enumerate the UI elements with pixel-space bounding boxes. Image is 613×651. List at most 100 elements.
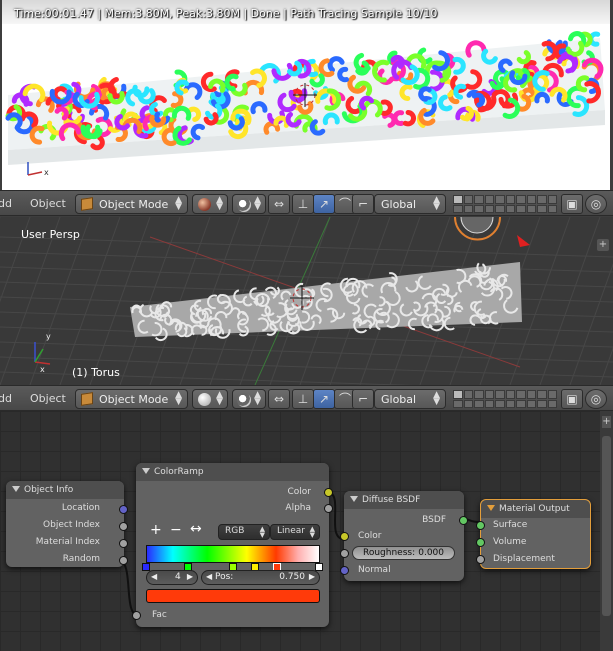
pivot-point-selector[interactable]: ▲ ▼ [232, 389, 266, 409]
interpolation-dropdown[interactable]: Linear ▲ ▼ [270, 524, 320, 540]
manipulator-toggle-button[interactable]: ⇔ [268, 194, 290, 214]
stop-color-swatch[interactable] [146, 589, 320, 603]
remove-stop-button[interactable]: − [170, 522, 182, 538]
mode-selector[interactable]: Object Mode ▲ ▼ [75, 194, 188, 214]
add-stop-button[interactable]: + [150, 522, 162, 538]
scale-manipulator-button[interactable]: ⌐ [352, 194, 374, 214]
input-volume: Volume [493, 537, 527, 547]
render-status-text: Time:00:01.47 | Mem:3.80M, Peak:3.80M | … [14, 7, 438, 20]
collapse-triangle-icon[interactable] [487, 505, 495, 511]
socket-normal[interactable] [340, 566, 349, 575]
transform-orientation-selector[interactable]: Global ▲ ▼ [374, 194, 446, 214]
viewport-shading-selector[interactable]: ▲ ▼ [192, 389, 228, 409]
socket-displacement[interactable] [476, 555, 485, 564]
socket-object-index[interactable] [119, 522, 128, 531]
lock-layers-icon[interactable]: ▣ [561, 194, 583, 214]
rendered-shading-icon [198, 198, 211, 211]
input-color: Color [358, 531, 382, 541]
view3d-header-top: dd Object Object Mode ▲ ▼ ▲ ▼ ▲ ▼ ⇔ ⊥ ↗ ⌒ ⌐… [0, 190, 613, 216]
socket-fac[interactable] [132, 611, 141, 620]
output-alpha: Alpha [285, 503, 311, 513]
node-title: ColorRamp [154, 467, 204, 477]
collapse-triangle-icon[interactable] [12, 486, 20, 492]
updown-arrows-icon: ▲ ▼ [433, 195, 440, 212]
material-output-node[interactable]: Material Output Surface Volume Displacem… [476, 499, 591, 569]
orientation-label: Global [381, 393, 417, 406]
pivot-icon [237, 198, 251, 212]
render-preview-icon[interactable]: ◎ [585, 194, 607, 214]
node-header[interactable]: ColorRamp [136, 463, 329, 481]
socket-volume[interactable] [476, 538, 485, 547]
node-header[interactable]: Diffuse BSDF [344, 491, 464, 509]
translate-manipulator-button[interactable]: ⊥ [292, 194, 314, 214]
transform-orientation-selector[interactable]: Global ▲ ▼ [374, 389, 446, 409]
updown-arrows-icon: ▲ ▼ [175, 195, 182, 212]
pivot-point-selector[interactable]: ▲ ▼ [232, 194, 266, 214]
stop-position-field[interactable]: ◀ Pos: 0.750 ▶ [201, 570, 320, 585]
expand-tool-shelf-icon[interactable]: + [597, 239, 609, 251]
view-perspective-label: User Persp [21, 228, 80, 241]
socket-material-index[interactable] [119, 539, 128, 548]
increment-arrow-icon[interactable]: ▶ [309, 572, 315, 581]
collapse-triangle-icon[interactable] [142, 468, 150, 474]
layer-buttons[interactable] [453, 390, 557, 408]
orientation-label: Global [381, 198, 417, 211]
ramp-stop-handle[interactable] [142, 563, 150, 571]
object-menu[interactable]: Object [30, 197, 66, 210]
arrow-manipulator-button[interactable]: ↗ [313, 194, 335, 214]
render-viewport[interactable]: x Time:00:01.47 | Mem:3.80M, Peak:3.80M … [0, 0, 613, 190]
color-ramp-gradient[interactable] [146, 545, 320, 563]
mode-label: Object Mode [99, 393, 169, 406]
color-ramp-node[interactable]: ColorRamp Color Alpha + − ↔ RGB ▲ ▼ Linea… [132, 463, 333, 627]
expand-sidebar-icon[interactable]: + [602, 416, 611, 428]
layer-buttons[interactable] [453, 195, 557, 213]
socket-color[interactable] [324, 488, 333, 497]
increment-arrow-icon[interactable]: ▶ [187, 572, 193, 581]
socket-location[interactable] [119, 505, 128, 514]
rendered-torus-object: x [5, 31, 605, 177]
position-value: 0.750 [279, 572, 305, 582]
position-label: Pos: [215, 572, 234, 582]
ramp-stop-handle[interactable] [315, 563, 323, 571]
updown-arrows-icon: ▲ ▼ [259, 525, 265, 539]
socket-alpha[interactable] [324, 504, 333, 513]
scrollbar[interactable] [602, 436, 611, 616]
collapse-triangle-icon[interactable] [350, 496, 358, 502]
add-menu[interactable]: dd [0, 197, 12, 210]
node-editor[interactable]: Object Info Location Object Index Materi… [0, 411, 613, 651]
flip-ramp-button[interactable]: ↔ [190, 521, 202, 537]
socket-random[interactable] [119, 556, 128, 565]
node-header[interactable]: Material Output [481, 500, 590, 518]
scale-manipulator-button[interactable]: ⌐ [352, 389, 374, 409]
socket-bsdf[interactable] [459, 516, 468, 525]
3d-viewport[interactable]: y x User Persp (1) Torus + [0, 217, 613, 385]
node-header[interactable]: Object Info [6, 481, 124, 499]
viewport-shading-selector[interactable]: ▲ ▼ [192, 194, 228, 214]
updown-arrows-icon: ▲ ▼ [309, 525, 315, 539]
decrement-arrow-icon[interactable]: ◀ [206, 572, 212, 581]
socket-surface[interactable] [476, 521, 485, 530]
diffuse-bsdf-node[interactable]: Diffuse BSDF BSDF Color Roughness: 0.000… [340, 491, 468, 581]
object-menu[interactable]: Object [30, 392, 66, 405]
translate-manipulator-button[interactable]: ⊥ [292, 389, 314, 409]
updown-arrows-icon: ▲ ▼ [216, 390, 223, 407]
add-menu[interactable]: dd [0, 392, 12, 405]
roughness-value: 0.000 [418, 548, 444, 558]
active-stop-index-field[interactable]: ◀ 4 ▶ [146, 570, 198, 585]
color-mode-dropdown[interactable]: RGB ▲ ▼ [218, 524, 270, 540]
decrement-arrow-icon[interactable]: ◀ [151, 572, 157, 581]
output-object-index: Object Index [43, 520, 100, 530]
object-info-node[interactable]: Object Info Location Object Index Materi… [6, 481, 128, 567]
socket-roughness[interactable] [340, 549, 349, 558]
render-preview-icon[interactable]: ◎ [585, 389, 607, 409]
node-title: Diffuse BSDF [362, 495, 421, 505]
lock-layers-icon[interactable]: ▣ [561, 389, 583, 409]
socket-color-input[interactable] [340, 532, 349, 541]
roughness-field[interactable]: Roughness: 0.000 [352, 546, 455, 560]
svg-text:y: y [46, 332, 51, 341]
arrow-manipulator-button[interactable]: ↗ [313, 389, 335, 409]
interpolation-value: Linear [277, 526, 305, 536]
manipulator-toggle-button[interactable]: ⇔ [268, 389, 290, 409]
pivot-icon [237, 393, 251, 407]
mode-selector[interactable]: Object Mode ▲ ▼ [75, 389, 188, 409]
